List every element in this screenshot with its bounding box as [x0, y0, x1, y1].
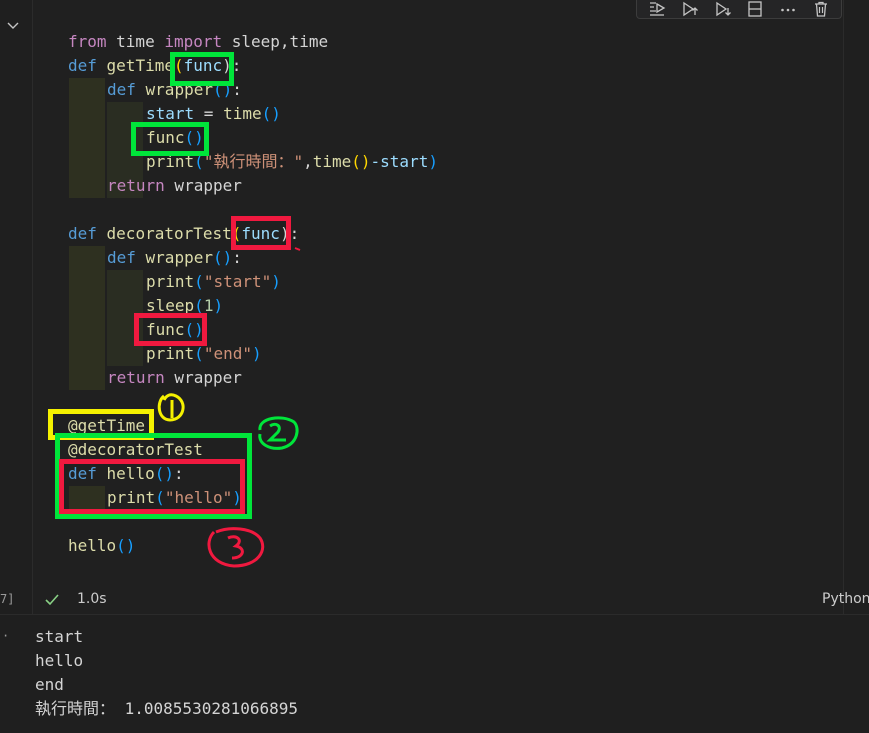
output-line: start: [35, 627, 84, 646]
output-line: end: [35, 675, 64, 694]
code-line-13: func(): [146, 320, 204, 339]
code-line-15: return wrapper: [107, 368, 242, 387]
output-line: hello: [35, 651, 84, 670]
code-line-14: print("end"): [146, 344, 262, 363]
cell-toolbar: [636, 0, 842, 19]
indent-guide: [69, 486, 105, 510]
indent-guide: [69, 78, 105, 198]
code-line-9: def decoratorTest(func):: [68, 224, 300, 243]
code-line-3: def wrapper():: [107, 80, 242, 99]
more-actions-icon[interactable]: [777, 1, 799, 18]
code-line-20: print("hello"): [107, 488, 242, 507]
indent-guide: [107, 270, 143, 366]
execution-time: 1.0s: [77, 591, 107, 607]
code-line-17: @getTime: [68, 416, 146, 435]
execute-above-icon[interactable]: [679, 1, 701, 18]
code-line-12: sleep(1): [146, 296, 224, 315]
code-line-19: def hello():: [68, 464, 184, 483]
cell-output: · start hello end 執行時間： 1.00855302810668…: [0, 614, 869, 733]
delete-icon[interactable]: [810, 1, 832, 18]
indent-guide: [69, 246, 105, 390]
check-icon: [44, 592, 60, 608]
code-line-11: print("start"): [146, 272, 281, 291]
language-selector[interactable]: Python: [822, 591, 869, 607]
code-line-6: print("執行時間：",time()-start): [146, 152, 438, 171]
output-line: 執行時間： 1.0085530281066895: [35, 699, 299, 718]
code-line-1: from time import sleep,time: [68, 32, 329, 51]
code-line-22: hello(): [68, 536, 136, 555]
code-line-18: @decoratorTest: [68, 440, 203, 459]
chevron-down-icon[interactable]: [6, 18, 20, 32]
code-line-5: func(): [146, 128, 204, 147]
split-cell-icon[interactable]: [744, 1, 766, 18]
code-line-4: start = time(): [146, 104, 281, 123]
code-line-7: return wrapper: [107, 176, 242, 195]
run-by-line-icon[interactable]: [646, 1, 668, 18]
output-indicator: ·: [2, 629, 10, 643]
execution-count: 7]: [0, 592, 15, 606]
code-line-10: def wrapper():: [107, 248, 242, 267]
code-cell[interactable]: from time import sleep,time def getTime(…: [32, 0, 844, 614]
execute-below-icon[interactable]: [712, 1, 734, 18]
code-line-2: def getTime(func):: [68, 56, 242, 75]
